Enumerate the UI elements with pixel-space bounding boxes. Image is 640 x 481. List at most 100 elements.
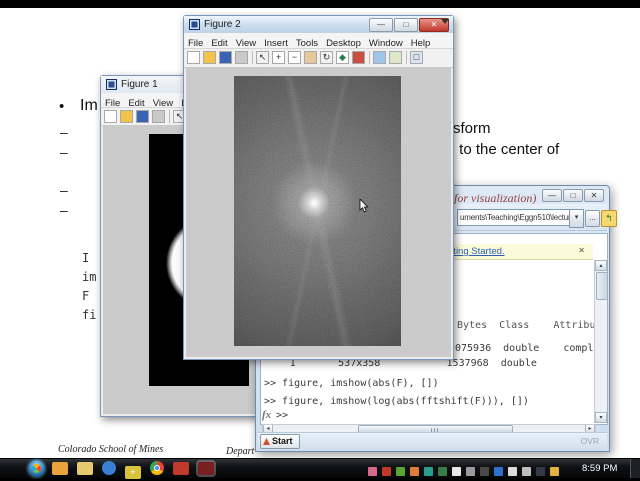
close-button[interactable]: ✕: [584, 189, 604, 202]
tray-icon-4[interactable]: [410, 467, 419, 476]
banner-close-icon[interactable]: ✕: [578, 246, 585, 255]
tray-icon-10[interactable]: [494, 467, 503, 476]
notes-app-icon[interactable]: [52, 462, 68, 475]
media-app-icon[interactable]: [198, 462, 214, 475]
vertical-scrollbar[interactable]: ▴ ▾: [594, 260, 608, 423]
new-doc-icon[interactable]: [104, 110, 117, 123]
plus-app-icon[interactable]: +: [125, 466, 141, 479]
maximize-button[interactable]: □: [394, 18, 418, 32]
scroll-up-icon[interactable]: ▴: [595, 260, 607, 271]
system-tray: [368, 463, 564, 481]
figure2-canvas: [186, 67, 451, 357]
slide-dash: –: [60, 202, 68, 218]
slide-dash: –: [60, 182, 68, 198]
slide-code-line: fi: [82, 308, 97, 322]
insert-colorbar-icon[interactable]: [373, 51, 386, 64]
taskbar-clock[interactable]: 8:59 PM: [582, 463, 617, 474]
matlab-statusbar: Start OVR: [258, 432, 607, 449]
slide-code-fragments: Iim Ffi: [82, 251, 102, 327]
action-center-shield-icon[interactable]: [550, 467, 559, 476]
brush-icon[interactable]: [352, 51, 365, 64]
cursor-tool-icon[interactable]: ↖: [256, 51, 269, 64]
command-prompt[interactable]: >>: [276, 410, 288, 421]
menu-item[interactable]: Help: [407, 37, 435, 48]
tray-icon-3[interactable]: [396, 467, 405, 476]
tray-icon-5[interactable]: [424, 467, 433, 476]
menu-item[interactable]: Window: [365, 37, 407, 48]
matlab-caption-buttons: — □ ✕: [541, 189, 604, 202]
dock-arrow-icon[interactable]: [441, 19, 449, 24]
maximize-button[interactable]: □: [563, 189, 583, 202]
menu-item[interactable]: Desktop: [322, 37, 365, 48]
volume-icon[interactable]: [508, 467, 517, 476]
zoom-out-icon[interactable]: −: [288, 51, 301, 64]
matlab-start-icon: [263, 438, 270, 445]
open-folder-icon[interactable]: [203, 51, 216, 64]
slide-code-line: I: [82, 251, 90, 265]
menu-item[interactable]: File: [184, 37, 207, 48]
figure-app-icon: [189, 19, 200, 30]
separator: [406, 51, 407, 64]
save-icon[interactable]: [136, 110, 149, 123]
insert-legend-icon[interactable]: [389, 51, 402, 64]
fx-function-hint-icon[interactable]: fx: [262, 409, 271, 421]
menu-item[interactable]: View: [149, 97, 177, 107]
slide-text-fragment-2: ) to the center of: [450, 141, 560, 158]
slide-dash: –: [60, 124, 68, 140]
explorer-icon[interactable]: [77, 462, 93, 475]
taskbar-app-icons: +: [52, 461, 223, 479]
slide-code-line: F: [82, 289, 90, 303]
scrollbar-thumb[interactable]: [596, 272, 608, 300]
figure2-titlebar[interactable]: Figure 2 — □ ✕: [184, 16, 453, 34]
browser-icon[interactable]: [102, 461, 116, 475]
data-cursor-icon[interactable]: ◆: [336, 51, 349, 64]
powerpoint-icon[interactable]: [173, 462, 189, 475]
tray-icon-8[interactable]: [466, 467, 475, 476]
tray-icon-9[interactable]: [480, 467, 489, 476]
slide-bullet-dot: •: [59, 98, 65, 115]
slide-code-line: im: [82, 270, 97, 284]
matlab-start-button[interactable]: Start: [260, 434, 300, 449]
chrome-icon[interactable]: [150, 461, 164, 475]
slide-dash: –: [60, 144, 68, 160]
print-icon[interactable]: [235, 51, 248, 64]
open-folder-icon[interactable]: [120, 110, 133, 123]
figure2-menubar: File Edit View Insert Tools Desktop Window Help: [184, 33, 453, 49]
separator: [369, 51, 370, 64]
save-icon[interactable]: [219, 51, 232, 64]
combobox-dropdown-icon[interactable]: ▾: [569, 209, 584, 228]
menu-item[interactable]: View: [232, 37, 260, 48]
power-icon[interactable]: [536, 467, 545, 476]
menu-item[interactable]: Edit: [124, 97, 148, 107]
rotate-3d-icon[interactable]: ↻: [320, 51, 333, 64]
print-icon[interactable]: [152, 110, 165, 123]
pan-hand-icon[interactable]: [304, 51, 317, 64]
slide-footer-school: Colorado School of Mines: [58, 444, 164, 455]
tray-icon-6[interactable]: [438, 467, 447, 476]
zoom-in-icon[interactable]: +: [272, 51, 285, 64]
matlab-start-label: Start: [272, 436, 293, 446]
separator: [169, 110, 170, 123]
network-icon[interactable]: [522, 467, 531, 476]
new-doc-icon[interactable]: [187, 51, 200, 64]
tray-icon-1[interactable]: [368, 467, 377, 476]
start-button-orb[interactable]: [28, 460, 45, 477]
whos-row-f: 075936 double complex: [455, 343, 606, 354]
scroll-down-icon[interactable]: ▾: [595, 412, 607, 423]
browse-folder-button[interactable]: ...: [585, 210, 600, 227]
minimize-button[interactable]: —: [369, 18, 393, 32]
menu-item[interactable]: Tools: [292, 37, 322, 48]
whos-header-line: Bytes Class Attribu: [457, 320, 596, 331]
minimize-button[interactable]: —: [542, 189, 562, 202]
menu-item[interactable]: Edit: [207, 37, 231, 48]
show-desktop-button[interactable]: [630, 459, 640, 478]
menu-item[interactable]: Insert: [260, 37, 292, 48]
up-folder-icon[interactable]: ↰: [601, 210, 617, 227]
current-folder-combobox[interactable]: uments\Teaching\Eggn510\lectures: [457, 209, 571, 226]
tray-flag-icon[interactable]: [452, 467, 461, 476]
command-line-1: >> figure, imshow(abs(F), []): [264, 378, 439, 389]
dock-figure-icon[interactable]: □: [410, 51, 423, 64]
tray-icon-2[interactable]: [382, 467, 391, 476]
slide-sub-bullets: – – – –: [60, 120, 74, 220]
menu-item[interactable]: File: [101, 97, 124, 107]
